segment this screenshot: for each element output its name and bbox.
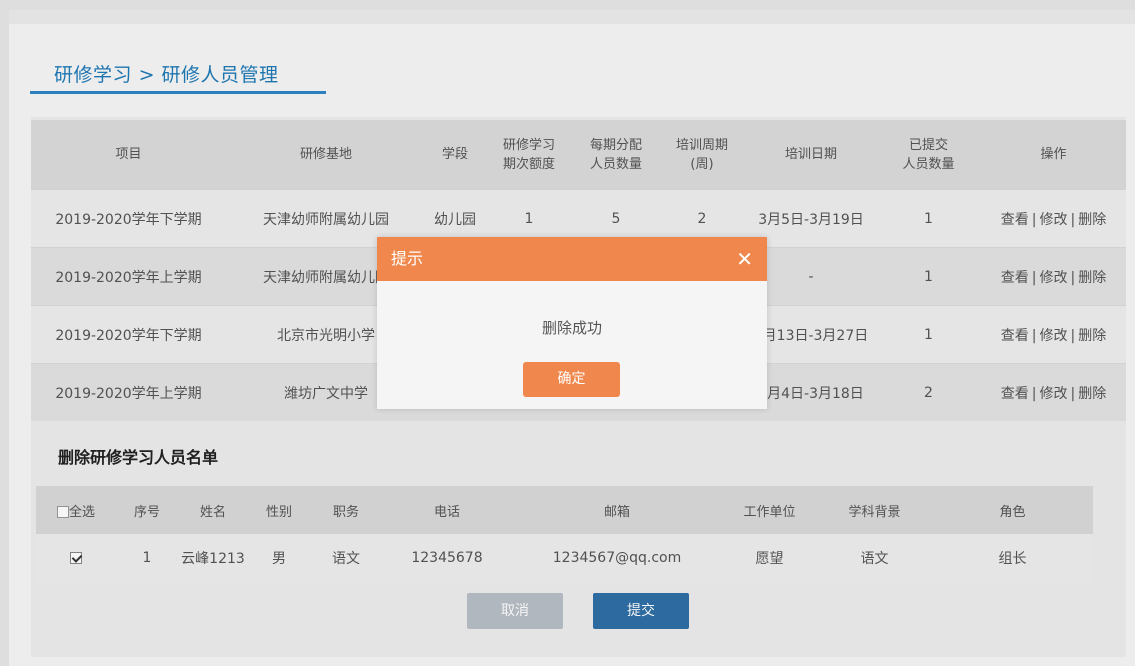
alert-dialog: 提示 ✕ 删除成功 确定	[377, 237, 767, 409]
close-icon[interactable]: ✕	[736, 237, 753, 281]
dialog-message: 删除成功	[541, 319, 602, 337]
confirm-button[interactable]: 确定	[523, 362, 620, 397]
dialog-header: 提示 ✕	[377, 237, 767, 281]
dialog-title: 提示	[391, 249, 424, 268]
